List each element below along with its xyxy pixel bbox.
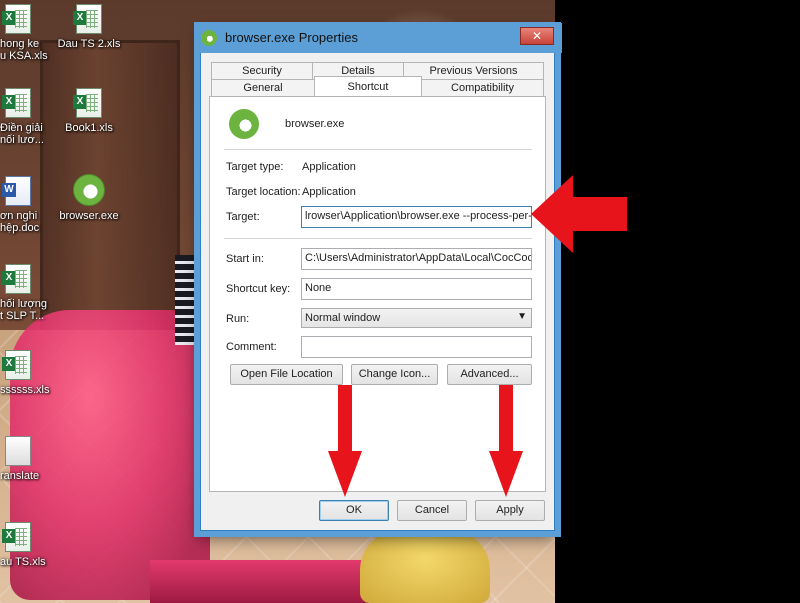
desktop-icon-label: Dau TS 2.xls bbox=[57, 38, 121, 50]
annotation-arrow-down-ok-icon bbox=[328, 385, 362, 497]
shortcut-key-label: Shortcut key: bbox=[226, 283, 291, 295]
excel-file-icon bbox=[2, 522, 31, 552]
excel-file-icon bbox=[73, 4, 102, 34]
desktop-icon-label: Book1.xls bbox=[65, 122, 113, 134]
dialog-title: browser.exe Properties bbox=[225, 30, 358, 45]
tab-row-front: General Shortcut Compatibility bbox=[211, 76, 546, 96]
ok-button[interactable]: OK bbox=[319, 500, 389, 521]
chevron-down-icon: ▼ bbox=[517, 311, 527, 322]
desktop-icon-label: au TS.xls bbox=[0, 556, 46, 568]
start-in-field[interactable]: C:\Users\Administrator\AppData\Local\Coc… bbox=[301, 248, 532, 270]
shortcut-key-field[interactable]: None bbox=[301, 278, 532, 300]
desktop-icon-khoi-luong[interactable]: hối lượng t SLP T... bbox=[0, 264, 58, 322]
tab-compatibility[interactable]: Compatibility bbox=[421, 79, 544, 96]
file-icon bbox=[5, 436, 31, 466]
coccoc-app-icon bbox=[73, 174, 105, 206]
run-label: Run: bbox=[226, 313, 250, 325]
background-toy bbox=[360, 530, 490, 603]
advanced-button[interactable]: Advanced... bbox=[447, 364, 532, 385]
desktop-icon-label: ssssss.xls bbox=[0, 384, 50, 396]
desktop-icon-browser-exe[interactable]: browser.exe bbox=[49, 174, 129, 222]
start-in-label: Start in: bbox=[226, 253, 264, 265]
desktop-icon-book1[interactable]: Book1.xls bbox=[49, 88, 129, 134]
open-file-location-button[interactable]: Open File Location bbox=[230, 364, 343, 385]
cancel-button[interactable]: Cancel bbox=[397, 500, 467, 521]
change-icon-button[interactable]: Change Icon... bbox=[351, 364, 438, 385]
tab-security[interactable]: Security bbox=[211, 62, 313, 79]
coccoc-app-icon bbox=[201, 30, 217, 46]
desktop-icon-dau-ts[interactable]: au TS.xls bbox=[0, 522, 58, 568]
title-bar[interactable]: browser.exe Properties ✕ bbox=[195, 23, 562, 53]
excel-file-icon bbox=[2, 350, 31, 380]
excel-file-icon bbox=[2, 4, 31, 34]
target-type-value: Application bbox=[302, 161, 356, 173]
coccoc-app-icon bbox=[229, 109, 259, 139]
desktop-icon-label: browser.exe bbox=[59, 210, 119, 222]
run-select[interactable]: Normal window ▼ bbox=[301, 308, 532, 328]
excel-file-icon bbox=[73, 88, 102, 118]
tab-shortcut[interactable]: Shortcut bbox=[314, 76, 422, 96]
annotation-arrow-left-icon bbox=[531, 175, 627, 253]
excel-file-icon bbox=[2, 88, 31, 118]
desktop-icon-translate[interactable]: ranslate bbox=[0, 436, 58, 482]
desktop-icon-ssssss[interactable]: ssssss.xls bbox=[0, 350, 58, 396]
comment-label: Comment: bbox=[226, 341, 277, 353]
run-select-value: Normal window bbox=[305, 312, 381, 324]
excel-file-icon bbox=[2, 264, 31, 294]
divider bbox=[224, 238, 532, 239]
apply-button[interactable]: Apply bbox=[475, 500, 545, 521]
word-file-icon bbox=[2, 176, 31, 206]
tab-general[interactable]: General bbox=[211, 79, 315, 96]
app-name: browser.exe bbox=[285, 118, 345, 130]
desktop-icon-dau-ts-2[interactable]: Dau TS 2.xls bbox=[49, 4, 129, 50]
divider bbox=[224, 149, 532, 150]
target-location-label: Target location: bbox=[226, 186, 301, 198]
comment-field[interactable] bbox=[301, 336, 532, 358]
annotation-arrow-down-apply-icon bbox=[489, 385, 523, 497]
target-field[interactable]: lrowser\Application\browser.exe --proces… bbox=[301, 206, 532, 228]
target-location-value: Application bbox=[302, 186, 356, 198]
target-type-label: Target type: bbox=[226, 161, 284, 173]
tab-previous-versions[interactable]: Previous Versions bbox=[403, 62, 544, 79]
desktop-icon-label: ranslate bbox=[0, 470, 40, 482]
close-button[interactable]: ✕ bbox=[520, 27, 554, 45]
target-label: Target: bbox=[226, 211, 260, 223]
desktop-icon-label: hối lượng t SLP T... bbox=[0, 298, 47, 322]
